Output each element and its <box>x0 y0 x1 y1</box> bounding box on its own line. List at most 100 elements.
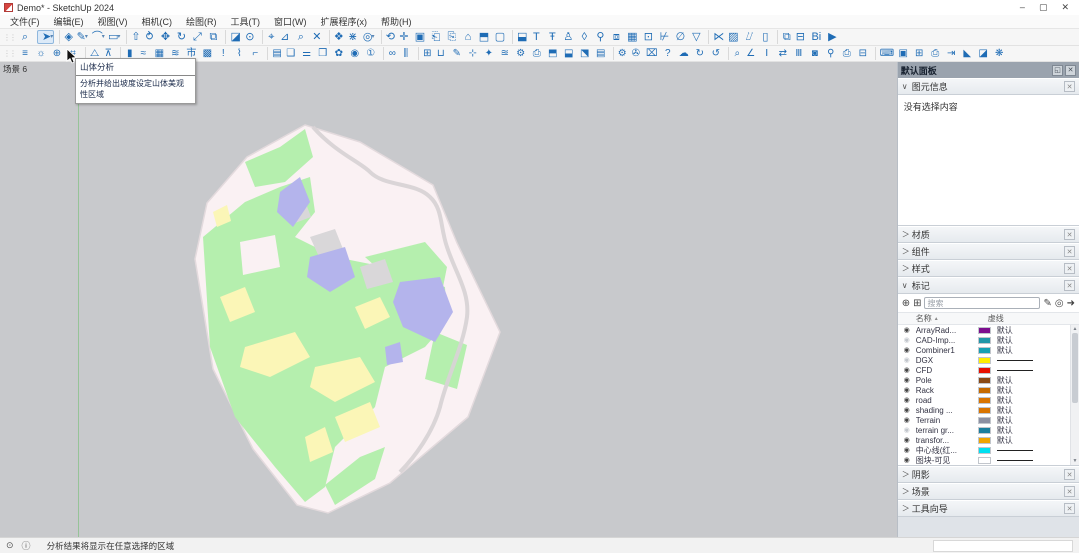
geolocation-status-icon[interactable]: ⊙ <box>6 540 14 551</box>
eye-icon[interactable]: ◉ <box>898 336 916 344</box>
home-view-button[interactable]: ⌂▾ <box>461 30 475 44</box>
dash-style-value[interactable]: 默认 <box>997 406 1013 415</box>
model-viewport[interactable]: 场景 6 <box>0 62 897 537</box>
collapsed-section[interactable]: ＞ 样式 ✕ <box>898 260 1079 277</box>
plug-tool[interactable]: ⇥▾ <box>944 47 958 60</box>
printer-secondary-tool[interactable]: ⎙▾ <box>928 47 942 60</box>
tag-color-swatch[interactable] <box>978 347 991 354</box>
clipboard-two-button[interactable]: ⬓▾ <box>562 47 576 60</box>
eye-icon[interactable]: ◉ <box>898 366 916 374</box>
look-around-tool[interactable]: ◊▾ <box>577 30 591 44</box>
toolbar-drag-handle[interactable]: ⋮⋮ <box>3 49 15 58</box>
menu-item[interactable]: 帮助(H) <box>375 15 418 28</box>
image-frame-tool[interactable]: ▣▾ <box>896 47 910 60</box>
orbit-tool[interactable]: ⟲▾ <box>381 30 395 44</box>
3d-text-tool[interactable]: Ŧ▾ <box>545 30 559 44</box>
tag-row[interactable]: ◉ Combiner1 默认 <box>898 345 1079 355</box>
eye-icon[interactable]: ◉ <box>898 346 916 354</box>
details-arrow-icon[interactable]: ➜ <box>1067 298 1075 309</box>
zoom-window-tool[interactable]: ⌕▾ <box>294 30 308 44</box>
section-close-button[interactable]: ✕ <box>1064 486 1075 497</box>
tripod-tool[interactable]: ⚲▾ <box>824 47 838 60</box>
shadow-settings-button[interactable]: ☼▾ <box>34 47 48 60</box>
eye-icon[interactable]: ◉ <box>898 326 916 334</box>
make-component-button[interactable]: ❖▾ <box>329 30 344 44</box>
tag-row[interactable]: ◉ CAD-Imp... 默认 <box>898 335 1079 345</box>
bim-button[interactable]: Bi▾ <box>809 30 823 44</box>
tag-row[interactable]: ◉ road 默认 <box>898 395 1079 405</box>
collapsed-section[interactable]: ＞ 组件 ✕ <box>898 243 1079 260</box>
note-tool[interactable]: ❒▾ <box>316 47 330 60</box>
table-tool[interactable]: ⊞▾ <box>418 47 432 60</box>
vegetation-tool[interactable]: ✿▾ <box>332 47 346 60</box>
follow-me-tool[interactable]: ⥁▾ <box>142 30 156 44</box>
tag-color-swatch[interactable] <box>978 417 991 424</box>
tag-row[interactable]: ◉ CFD <box>898 365 1079 375</box>
play-button[interactable]: ▶▾ <box>825 30 839 44</box>
section-close-button[interactable]: ✕ <box>1064 263 1075 274</box>
clipboard-one-button[interactable]: ⬒▾ <box>546 47 560 60</box>
zoom-tool[interactable]: ⌕▾ <box>18 30 32 44</box>
edit-pencil-tool[interactable]: ✎▾ <box>450 47 464 60</box>
ibeam-tool[interactable]: Ⅰ▾ <box>760 47 774 60</box>
tag-row[interactable]: ◉ Pole 默认 <box>898 375 1079 385</box>
dash-style-line[interactable] <box>997 360 1033 361</box>
wrench-tool[interactable]: ✇▾ <box>629 47 643 60</box>
cable-tool[interactable]: ⌇▾ <box>232 47 246 60</box>
dash-style-value[interactable]: 默认 <box>997 436 1013 445</box>
eye-icon[interactable]: ◉ <box>898 386 916 394</box>
eraser-tool[interactable]: ◈▾ <box>59 30 73 44</box>
tag-color-swatch[interactable] <box>978 377 991 384</box>
text-tool[interactable]: T▾ <box>529 30 543 44</box>
measure-record-button[interactable]: ⊟▾ <box>793 30 807 44</box>
eye-icon[interactable]: ◉ <box>898 376 916 384</box>
collapsed-section[interactable]: ＞ 阴影 ✕ <box>898 466 1079 483</box>
next-view-button[interactable]: ⎘▾ <box>445 30 459 44</box>
dash-style-value[interactable]: 默认 <box>997 416 1013 425</box>
tag-row[interactable]: ◉ Terrain 默认 <box>898 415 1079 425</box>
dash-style-value[interactable]: 默认 <box>997 426 1013 435</box>
toolbar-drag-handle[interactable]: ⋮⋮ <box>3 33 15 42</box>
grid-tool[interactable]: ▦▾ <box>625 30 639 44</box>
panel-manager-button[interactable]: ▤▾ <box>267 47 281 60</box>
top-view-button[interactable]: ▢▾ <box>493 30 507 44</box>
tag-color-swatch[interactable] <box>978 327 991 334</box>
split-window-tool[interactable]: ⊞▾ <box>912 47 926 60</box>
printer-tool[interactable]: ⎙▾ <box>840 47 854 60</box>
dash-style-value[interactable]: 默认 <box>997 326 1013 335</box>
tag-color-swatch[interactable] <box>978 407 991 414</box>
scroll-up-icon[interactable]: ▲ <box>1073 325 1078 333</box>
zoom-extents-button[interactable]: ▣▾ <box>413 30 427 44</box>
dash-style-line[interactable] <box>997 370 1033 371</box>
section-close-button[interactable]: ✕ <box>1064 469 1075 480</box>
component-options-button[interactable]: ◎▾ <box>362 30 376 44</box>
print-tool[interactable]: ⎙▾ <box>530 47 544 60</box>
menu-item[interactable]: 编辑(E) <box>48 15 90 28</box>
menu-item[interactable]: 窗口(W) <box>268 15 313 28</box>
help-button[interactable]: ?▾ <box>661 47 675 60</box>
geolocation-button[interactable]: ⊕▾ <box>50 47 64 60</box>
collapsed-section[interactable]: ＞ 工具向导 ✕ <box>898 500 1079 517</box>
keyboard-tool[interactable]: ⌨▾ <box>875 47 894 60</box>
redo-button[interactable]: ↻▾ <box>693 47 707 60</box>
crop-tool[interactable]: ◪▾ <box>976 47 990 60</box>
eye-icon[interactable]: ◉ <box>898 356 916 364</box>
dashes-column-label[interactable]: 虚线 <box>988 313 1079 324</box>
purge-icon[interactable]: ◎ <box>1055 298 1064 309</box>
rotate-tool[interactable]: ↻▾ <box>174 30 188 44</box>
line-tool[interactable]: ✎▾ <box>75 30 89 44</box>
position-camera-tool[interactable]: ⚲▾ <box>593 30 607 44</box>
alert-tool[interactable]: !▾ <box>216 47 230 60</box>
align-tool[interactable]: ⋉▾ <box>708 30 724 44</box>
hatch-tool[interactable]: ▩▾ <box>200 47 214 60</box>
component-cube-button[interactable]: ⧈▾ <box>609 30 623 44</box>
section-tags[interactable]: ∨ 标记 ✕ <box>898 277 1079 294</box>
tag-color-swatch[interactable] <box>978 337 991 344</box>
new-file-button[interactable]: ▯▾ <box>758 30 772 44</box>
tag-color-swatch[interactable] <box>978 387 991 394</box>
map-import-button[interactable]: ▨▾ <box>726 30 740 44</box>
eye-icon[interactable]: ◉ <box>898 436 916 444</box>
scroll-down-icon[interactable]: ▼ <box>1073 457 1078 465</box>
eye-icon[interactable]: ◉ <box>898 456 916 464</box>
dash-style-value[interactable]: 默认 <box>997 336 1013 345</box>
